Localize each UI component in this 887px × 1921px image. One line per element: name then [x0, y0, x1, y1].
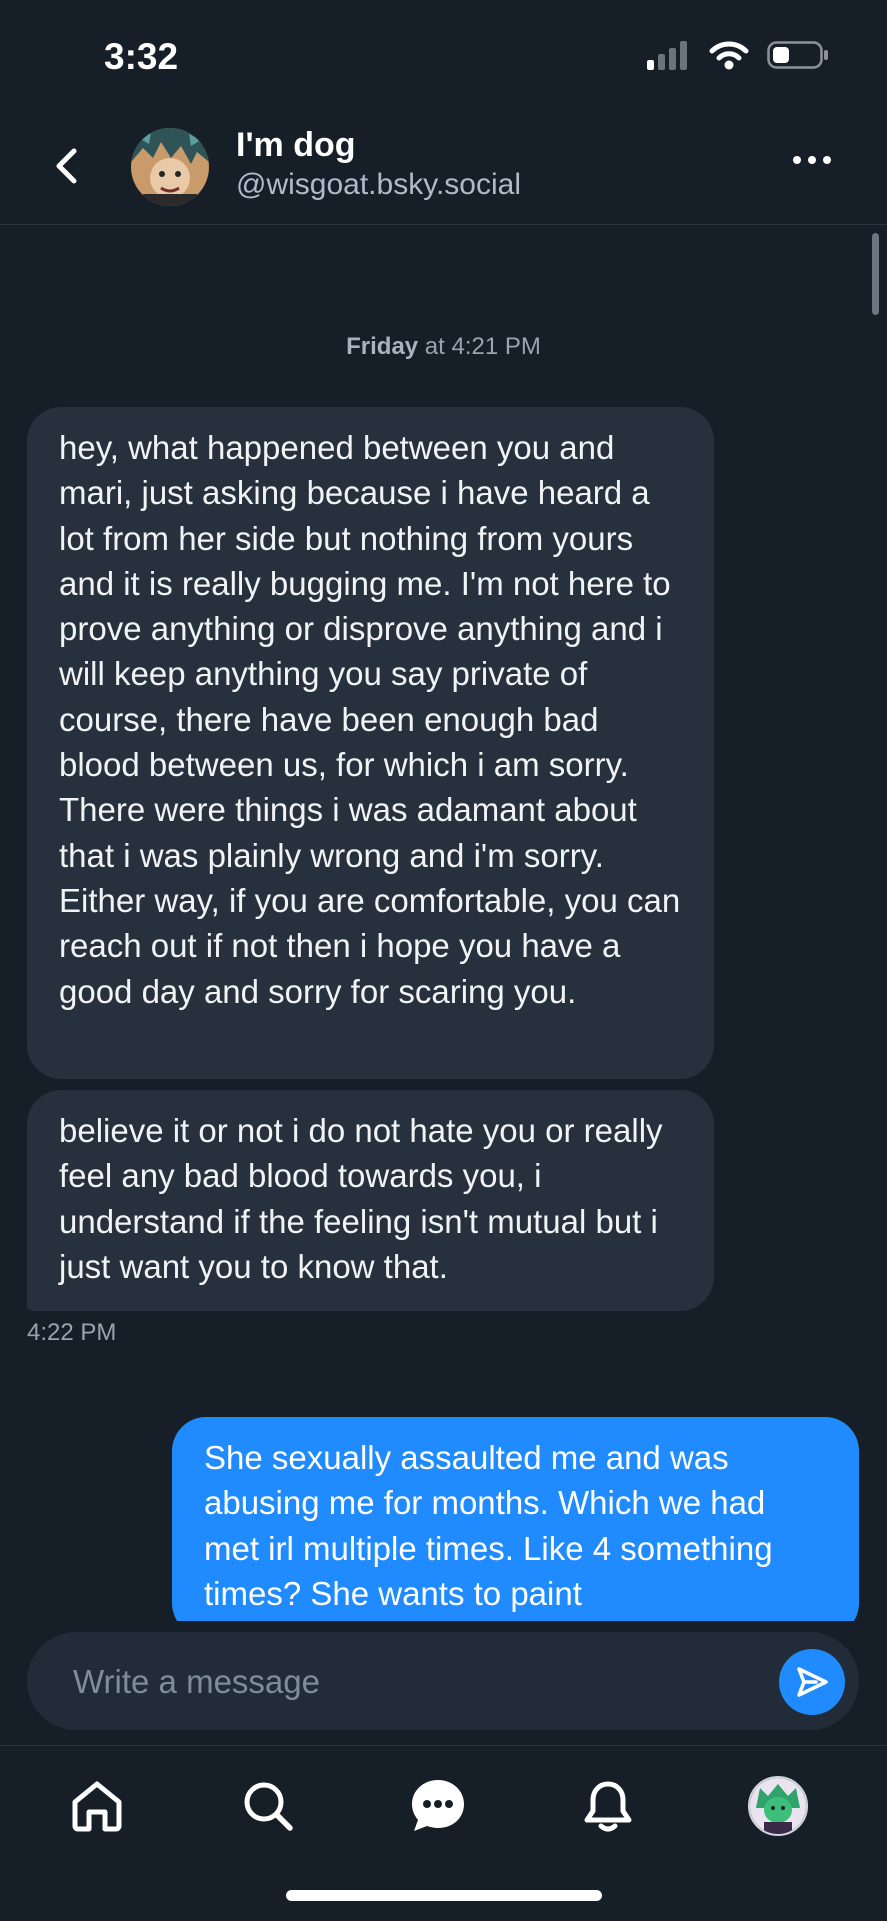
send-button[interactable] [779, 1649, 845, 1715]
dot-icon [793, 156, 801, 164]
tab-chat[interactable] [406, 1774, 470, 1838]
message-list[interactable]: Friday at 4:21 PM hey, what happened bet… [0, 225, 887, 1621]
search-icon [244, 1782, 293, 1831]
back-button[interactable] [46, 146, 86, 186]
message-timestamp: 4:22 PM [27, 1319, 117, 1346]
dot-icon [808, 156, 816, 164]
outgoing-message-bubble[interactable]: She sexually assaulted me and was abusin… [172, 1417, 859, 1621]
chevron-left-icon [56, 148, 77, 184]
scrollbar[interactable] [872, 233, 879, 315]
home-indicator[interactable] [286, 1890, 602, 1901]
tab-notifications[interactable] [576, 1774, 640, 1838]
contact-avatar[interactable] [131, 128, 209, 206]
contact-name: I'm dog [236, 126, 356, 164]
status-icons [647, 40, 829, 70]
message-input[interactable] [71, 1632, 755, 1732]
tab-search[interactable] [236, 1774, 300, 1838]
status-bar: 3:32 [0, 0, 887, 110]
date-time: at 4:21 PM [418, 333, 541, 360]
date-separator: Friday at 4:21 PM [0, 333, 887, 361]
date-day: Friday [346, 333, 419, 360]
bell-icon [584, 1781, 632, 1832]
tab-home[interactable] [65, 1774, 129, 1838]
conversation-header: I'm dog @wisgoat.bsky.social [0, 110, 887, 225]
chat-icon [412, 1780, 464, 1831]
status-time: 3:32 [104, 36, 179, 77]
incoming-message-bubble[interactable]: hey, what happened between you and mari,… [27, 407, 714, 1079]
incoming-message-bubble[interactable]: believe it or not i do not hate you or r… [27, 1090, 714, 1311]
contact-handle: @wisgoat.bsky.social [236, 168, 521, 201]
tab-profile[interactable] [748, 1776, 808, 1836]
more-options-button[interactable] [793, 156, 831, 164]
avatar-image [131, 128, 209, 206]
wifi-icon [709, 41, 749, 70]
battery-icon [767, 41, 828, 69]
home-icon [72, 1781, 122, 1832]
dot-icon [823, 156, 831, 164]
send-icon [797, 1667, 828, 1697]
message-composer [27, 1632, 859, 1732]
cellular-signal-icon [647, 41, 687, 70]
profile-avatar-icon [750, 1778, 806, 1834]
